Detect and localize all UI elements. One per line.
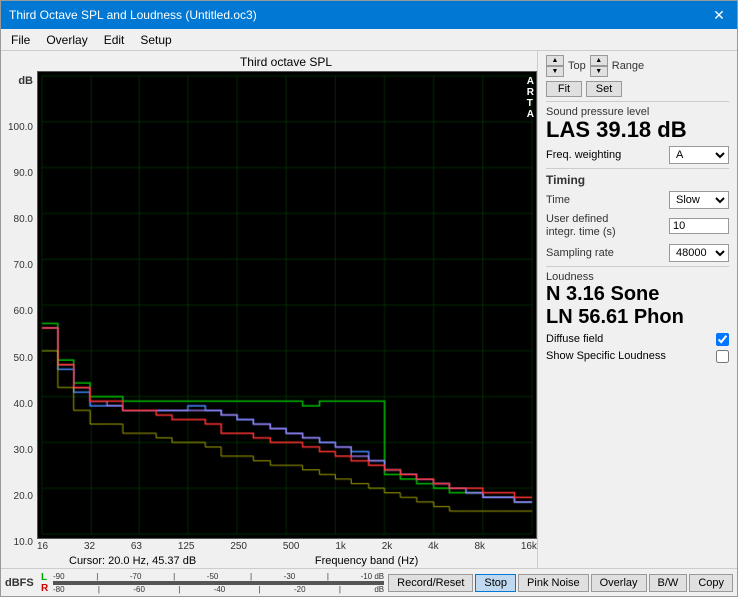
y-tick-50: 50.0 xyxy=(14,353,33,364)
channel-l-label: L xyxy=(41,572,51,583)
y-tick-80: 80.0 xyxy=(14,214,33,225)
loudness-section: Loudness N 3.16 Sone LN 56.61 Phon xyxy=(546,266,729,329)
y-tick-20: 20.0 xyxy=(14,491,33,502)
spl-section: Sound pressure level LAS 39.18 dB Freq. … xyxy=(546,101,729,164)
freq-weighting-row: Freq. weighting A B C Z xyxy=(546,146,729,164)
time-select[interactable]: Slow Fast Impulse xyxy=(669,191,729,209)
set-button[interactable]: Set xyxy=(586,81,622,97)
range-control: ▲ ▼ Range xyxy=(590,55,644,77)
chart-and-x: ARTA 16 32 63 125 250 500 1k 2k xyxy=(37,71,537,568)
sampling-rate-row: Sampling rate 48000 44100 96000 xyxy=(546,244,729,262)
menu-bar: File Overlay Edit Setup xyxy=(1,29,737,51)
y-tick-60: 60.0 xyxy=(14,306,33,317)
cursor-info: Cursor: 20.0 Hz, 45.37 dB xyxy=(69,554,196,568)
arta-label: ARTA xyxy=(527,76,534,120)
y-tick-70: 70.0 xyxy=(14,260,33,271)
timing-section-title: Timing xyxy=(546,168,729,187)
sampling-rate-select[interactable]: 48000 44100 96000 xyxy=(669,244,729,262)
main-window: Third Octave SPL and Loudness (Untitled.… xyxy=(0,0,738,597)
cursor-freq-row: Cursor: 20.0 Hz, 45.37 dB Frequency band… xyxy=(37,554,537,568)
bw-button[interactable]: B/W xyxy=(649,574,688,592)
top-down-button[interactable]: ▼ xyxy=(546,66,564,77)
chart-title: Third octave SPL xyxy=(35,55,537,69)
main-content: Third octave SPL dB 100.0 90.0 80.0 70.0… xyxy=(1,51,737,568)
show-specific-loudness-row: Show Specific Loudness xyxy=(546,350,729,363)
window-title: Third Octave SPL and Loudness (Untitled.… xyxy=(9,8,257,22)
show-specific-loudness-label: Show Specific Loudness xyxy=(546,350,666,362)
x-tick-16: 16 xyxy=(37,541,48,552)
menu-setup[interactable]: Setup xyxy=(134,31,177,48)
chart-area: Third octave SPL dB 100.0 90.0 80.0 70.0… xyxy=(1,51,537,568)
range-spin: ▲ ▼ xyxy=(590,55,610,77)
bottom-section: dBFS L -90|-70|-50|-30|-10 dB R xyxy=(1,568,737,596)
x-tick-4k: 4k xyxy=(428,541,439,552)
fit-button[interactable]: Fit xyxy=(546,81,582,97)
menu-edit[interactable]: Edit xyxy=(98,31,131,48)
y-tick-90: 90.0 xyxy=(14,168,33,179)
top-control: ▲ ▼ Top xyxy=(546,55,586,77)
right-panel: ▲ ▼ Top ▲ ▼ Range Fit Set xyxy=(537,51,737,568)
loudness-value1: N 3.16 Sone xyxy=(546,283,729,306)
y-axis-label: dB xyxy=(18,75,33,87)
diffuse-field-row: Diffuse field xyxy=(546,333,729,346)
bottom-buttons: Record/Reset Stop Pink Noise Overlay B/W… xyxy=(388,574,733,592)
stop-button[interactable]: Stop xyxy=(475,574,516,592)
close-button[interactable]: ✕ xyxy=(709,5,729,25)
x-axis: 16 32 63 125 250 500 1k 2k 4k 8k 16k xyxy=(37,539,537,554)
y-tick-40: 40.0 xyxy=(14,399,33,410)
y-axis: dB 100.0 90.0 80.0 70.0 60.0 50.0 40.0 3… xyxy=(5,71,37,568)
freq-weighting-label: Freq. weighting xyxy=(546,149,621,161)
chart-with-axis: dB 100.0 90.0 80.0 70.0 60.0 50.0 40.0 3… xyxy=(5,71,537,568)
range-label: Range xyxy=(612,60,644,72)
freq-weighting-select[interactable]: A B C Z xyxy=(669,146,729,164)
user-defined-input[interactable] xyxy=(669,218,729,234)
x-tick-16k: 16k xyxy=(521,541,537,552)
title-bar: Third Octave SPL and Loudness (Untitled.… xyxy=(1,1,737,29)
overlay-button[interactable]: Overlay xyxy=(591,574,647,592)
dbfs-row-r: R -80|-60|-40|-20|dB xyxy=(41,583,384,594)
range-up-button[interactable]: ▲ xyxy=(590,55,608,66)
diffuse-field-label: Diffuse field xyxy=(546,333,603,345)
pink-noise-button[interactable]: Pink Noise xyxy=(518,574,589,592)
sampling-rate-label: Sampling rate xyxy=(546,247,614,259)
freq-band-label: Frequency band (Hz) xyxy=(196,555,537,567)
x-tick-1k: 1k xyxy=(335,541,346,552)
menu-overlay[interactable]: Overlay xyxy=(40,31,93,48)
x-tick-32: 32 xyxy=(84,541,95,552)
x-tick-250: 250 xyxy=(230,541,247,552)
dbfs-label: dBFS xyxy=(5,577,37,589)
range-down-button[interactable]: ▼ xyxy=(590,66,608,77)
y-tick-100: 100.0 xyxy=(8,122,33,133)
show-specific-loudness-checkbox[interactable] xyxy=(716,350,729,363)
user-defined-row: User definedintegr. time (s) xyxy=(546,213,729,239)
time-label: Time xyxy=(546,194,570,206)
channel-r-label: R xyxy=(41,583,51,594)
copy-button[interactable]: Copy xyxy=(689,574,733,592)
x-tick-8k: 8k xyxy=(474,541,485,552)
loudness-value2: LN 56.61 Phon xyxy=(546,306,729,329)
diffuse-field-checkbox[interactable] xyxy=(716,333,729,346)
y-tick-10: 10.0 xyxy=(14,537,33,548)
x-tick-500: 500 xyxy=(283,541,300,552)
chart-canvas[interactable]: ARTA xyxy=(37,71,537,539)
spl-value: LAS 39.18 dB xyxy=(546,118,729,142)
x-axis-labels: 16 32 63 125 250 500 1k 2k 4k 8k 16k xyxy=(37,541,537,552)
x-tick-63: 63 xyxy=(131,541,142,552)
dbfs-row-l: L -90|-70|-50|-30|-10 dB xyxy=(41,572,384,583)
y-tick-30: 30.0 xyxy=(14,445,33,456)
top-up-button[interactable]: ▲ xyxy=(546,55,564,66)
loudness-title: Loudness xyxy=(546,271,729,283)
top-controls: ▲ ▼ Top ▲ ▼ Range xyxy=(546,55,729,77)
dbfs-meters: L -90|-70|-50|-30|-10 dB R xyxy=(41,572,384,594)
top-label: Top xyxy=(568,60,586,72)
user-defined-label: User definedintegr. time (s) xyxy=(546,213,616,239)
menu-file[interactable]: File xyxy=(5,31,36,48)
dbfs-bar-r xyxy=(53,583,384,585)
time-row: Time Slow Fast Impulse xyxy=(546,191,729,209)
x-tick-125: 125 xyxy=(178,541,195,552)
top-spin: ▲ ▼ xyxy=(546,55,566,77)
record-reset-button[interactable]: Record/Reset xyxy=(388,574,473,592)
fit-controls: Fit Set xyxy=(546,81,729,97)
x-tick-2k: 2k xyxy=(382,541,393,552)
